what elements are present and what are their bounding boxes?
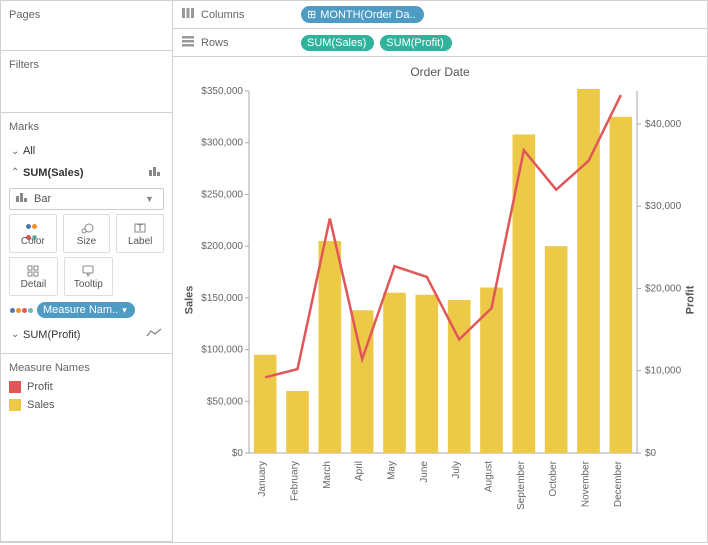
chart-viewport: Order Date Sales Profit $0 $50,000 $100,00… xyxy=(173,57,707,542)
color-legend: Measure Names Profit Sales xyxy=(1,354,172,542)
filters-shelf[interactable]: Filters xyxy=(1,51,172,113)
filters-label: Filters xyxy=(9,55,164,75)
worksheet-area: Columns ⊞ MONTH(Order Da.. Rows SUM(Sale… xyxy=(173,1,707,542)
marks-sum-profit-label: SUM(Profit) xyxy=(23,329,80,341)
columns-icon xyxy=(181,7,195,22)
svg-text:July: July xyxy=(451,461,462,479)
svg-text:$100,000: $100,000 xyxy=(201,345,243,356)
svg-text:$350,000: $350,000 xyxy=(201,86,243,97)
bar-type-icon xyxy=(148,165,162,180)
rows-pill-sales[interactable]: SUM(Sales) xyxy=(301,35,374,51)
legend-item-profit[interactable]: Profit xyxy=(9,378,164,396)
rows-pill-profit[interactable]: SUM(Profit) xyxy=(380,35,451,51)
left-side-panel: Pages Filters Marks ⌄ All ⌃ SUM(Sales) xyxy=(1,1,173,542)
svg-text:$40,000: $40,000 xyxy=(645,119,682,130)
marks-label: Marks xyxy=(9,117,164,137)
legend-label-profit: Profit xyxy=(27,381,53,393)
rows-pill-sales-label: SUM(Sales) xyxy=(307,37,366,49)
svg-text:$0: $0 xyxy=(645,448,657,459)
svg-text:December: December xyxy=(613,460,624,507)
rows-label: Rows xyxy=(201,37,229,49)
marks-tooltip-label: Tooltip xyxy=(74,279,103,290)
legend-title: Measure Names xyxy=(9,358,164,378)
marks-detail-button[interactable]: Detail xyxy=(9,257,58,296)
rows-icon xyxy=(181,35,195,50)
marks-color-label: Color xyxy=(21,236,45,247)
legend-swatch-sales xyxy=(9,399,21,411)
svg-text:June: June xyxy=(419,461,430,483)
label-icon: T xyxy=(133,220,147,236)
columns-shelf[interactable]: Columns ⊞ MONTH(Order Da.. xyxy=(173,1,707,29)
pill-dropdown-icon: ▾ xyxy=(122,305,127,316)
columns-pill-month[interactable]: ⊞ MONTH(Order Da.. xyxy=(301,6,424,23)
bar-mini-icon xyxy=(16,192,28,206)
svg-text:$200,000: $200,000 xyxy=(201,241,243,252)
legend-item-sales[interactable]: Sales xyxy=(9,396,164,414)
marks-tooltip-button[interactable]: Tooltip xyxy=(64,257,113,296)
svg-text:$10,000: $10,000 xyxy=(645,366,682,377)
plus-icon: ⊞ xyxy=(307,8,316,21)
svg-text:August: August xyxy=(484,461,495,492)
svg-text:$50,000: $50,000 xyxy=(207,396,244,407)
legend-swatch-profit xyxy=(9,381,21,393)
svg-text:$150,000: $150,000 xyxy=(201,293,243,304)
color-icon xyxy=(26,220,40,236)
chevron-down-icon: ⌄ xyxy=(11,146,23,157)
rows-shelf[interactable]: Rows SUM(Sales) SUM(Profit) xyxy=(173,29,707,57)
svg-text:$30,000: $30,000 xyxy=(645,201,682,212)
chart-title: Order Date xyxy=(183,65,697,79)
svg-text:October: October xyxy=(548,460,559,496)
svg-text:April: April xyxy=(354,461,365,481)
marks-all-label: All xyxy=(23,145,35,157)
marks-sum-sales-row[interactable]: ⌃ SUM(Sales) xyxy=(9,161,164,184)
chart-svg[interactable]: $0 $50,000 $100,000 $150,000 $200,000 $250,00… xyxy=(183,81,695,533)
svg-text:$250,000: $250,000 xyxy=(201,189,243,200)
marks-card: Marks ⌄ All ⌃ SUM(Sales) Ba xyxy=(1,113,172,354)
pages-shelf[interactable]: Pages xyxy=(1,1,172,51)
marks-label-label: Label xyxy=(128,236,152,247)
chevron-up-icon: ⌃ xyxy=(11,167,23,178)
mark-type-select[interactable]: Bar ▼ xyxy=(9,188,164,210)
columns-label: Columns xyxy=(201,9,244,21)
y-axis-right-label: Profit xyxy=(685,285,697,314)
marks-label-button[interactable]: T Label xyxy=(116,214,164,253)
legend-label-sales: Sales xyxy=(27,399,55,411)
y-axis-left-label: Sales xyxy=(183,285,195,314)
marks-detail-label: Detail xyxy=(21,279,47,290)
line-type-icon xyxy=(146,328,162,341)
marks-color-button[interactable]: Color xyxy=(9,214,57,253)
svg-text:T: T xyxy=(137,223,143,234)
size-icon xyxy=(80,220,94,236)
svg-text:$0: $0 xyxy=(232,448,244,459)
svg-text:$300,000: $300,000 xyxy=(201,138,243,149)
tooltip-icon xyxy=(81,263,95,279)
pages-label: Pages xyxy=(9,5,164,25)
svg-text:September: September xyxy=(516,460,527,510)
measure-names-pill-label: Measure Nam.. xyxy=(43,304,118,316)
svg-text:March: March xyxy=(322,461,333,489)
svg-text:February: February xyxy=(290,461,301,501)
measure-names-pill[interactable]: Measure Nam.. ▾ xyxy=(37,302,135,318)
color-dots-icon xyxy=(9,304,33,316)
marks-all-row[interactable]: ⌄ All xyxy=(9,141,164,161)
marks-size-button[interactable]: Size xyxy=(63,214,111,253)
svg-text:November: November xyxy=(581,460,592,507)
svg-text:January: January xyxy=(257,461,268,497)
marks-size-label: Size xyxy=(77,236,96,247)
svg-text:May: May xyxy=(387,461,398,480)
chevron-down-icon: ⌄ xyxy=(11,329,23,340)
marks-sum-profit-row[interactable]: ⌄ SUM(Profit) xyxy=(9,324,164,345)
rows-pill-profit-label: SUM(Profit) xyxy=(386,37,443,49)
columns-pill-label: MONTH(Order Da.. xyxy=(320,9,415,21)
detail-icon xyxy=(26,263,40,279)
mark-type-label: Bar xyxy=(34,193,51,205)
marks-sum-sales-label: SUM(Sales) xyxy=(23,167,84,179)
svg-text:$20,000: $20,000 xyxy=(645,283,682,294)
